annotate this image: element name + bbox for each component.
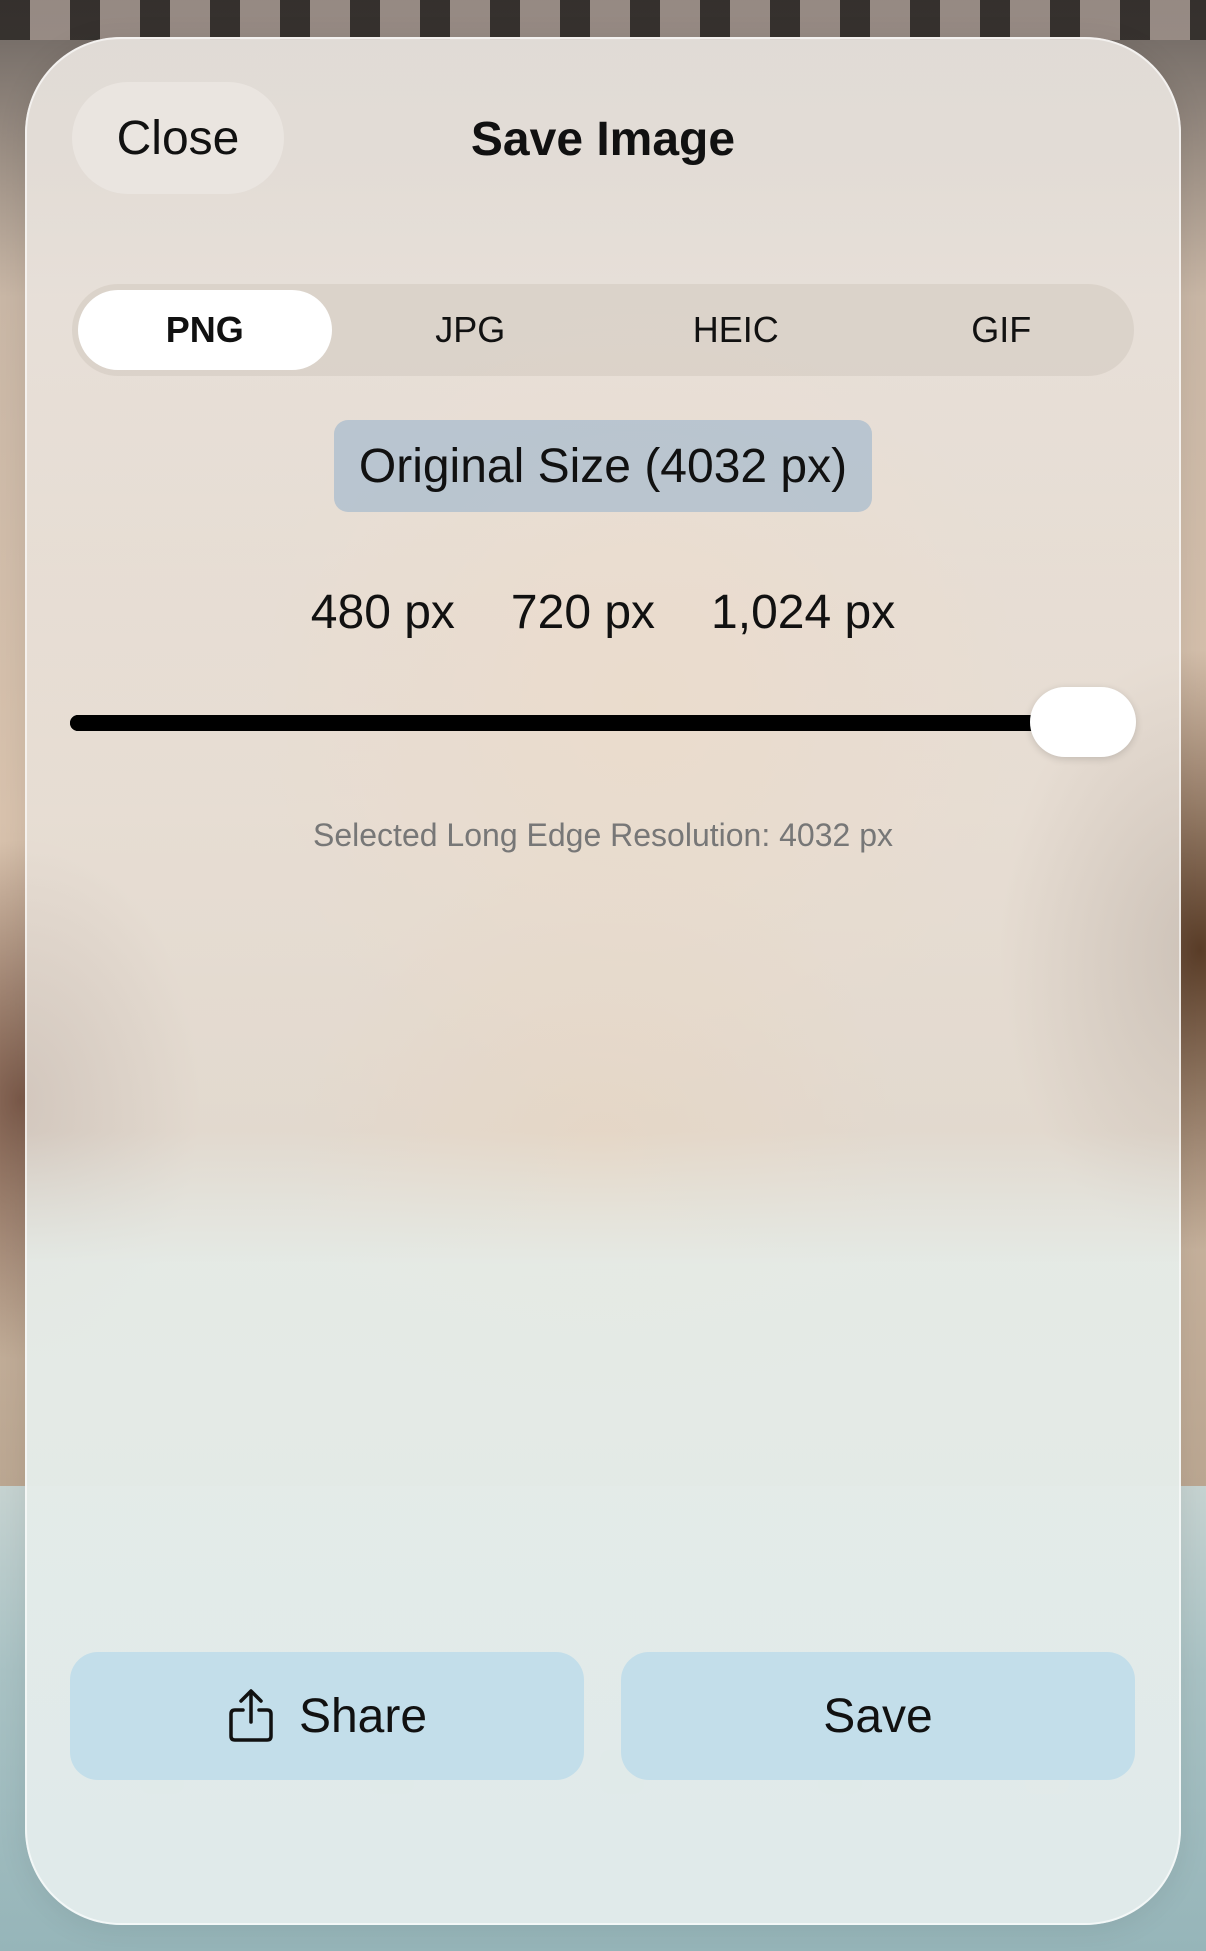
format-segmented-control: PNG JPG HEIC GIF bbox=[72, 284, 1134, 376]
slider-fill bbox=[70, 715, 1083, 731]
slider-thumb[interactable] bbox=[1030, 687, 1136, 757]
share-label: Share bbox=[298, 1689, 428, 1743]
format-option-heic[interactable]: HEIC bbox=[609, 290, 863, 370]
preset-480[interactable]: 480 px bbox=[311, 585, 455, 640]
sheet-title: Save Image bbox=[470, 113, 736, 166]
resolution-readout: Selected Long Edge Resolution: 4032 px bbox=[313, 817, 893, 853]
share-button[interactable]: Share bbox=[70, 1652, 584, 1780]
size-presets: 480 px 720 px 1,024 px bbox=[25, 585, 1181, 640]
resolution-slider[interactable] bbox=[70, 687, 1136, 757]
preset-720[interactable]: 720 px bbox=[511, 585, 655, 640]
share-icon bbox=[229, 1689, 273, 1742]
original-size-option[interactable]: Original Size (4032 px) bbox=[334, 420, 872, 512]
save-button[interactable]: Save bbox=[621, 1652, 1135, 1780]
format-option-gif[interactable]: GIF bbox=[875, 290, 1129, 370]
format-option-jpg[interactable]: JPG bbox=[344, 290, 598, 370]
background-photo-rail bbox=[0, 0, 1206, 40]
preset-1024[interactable]: 1,024 px bbox=[711, 585, 895, 640]
format-option-png[interactable]: PNG bbox=[78, 290, 332, 370]
save-image-sheet: Close Save Image PNG JPG HEIC GIF Origin… bbox=[25, 37, 1181, 1925]
